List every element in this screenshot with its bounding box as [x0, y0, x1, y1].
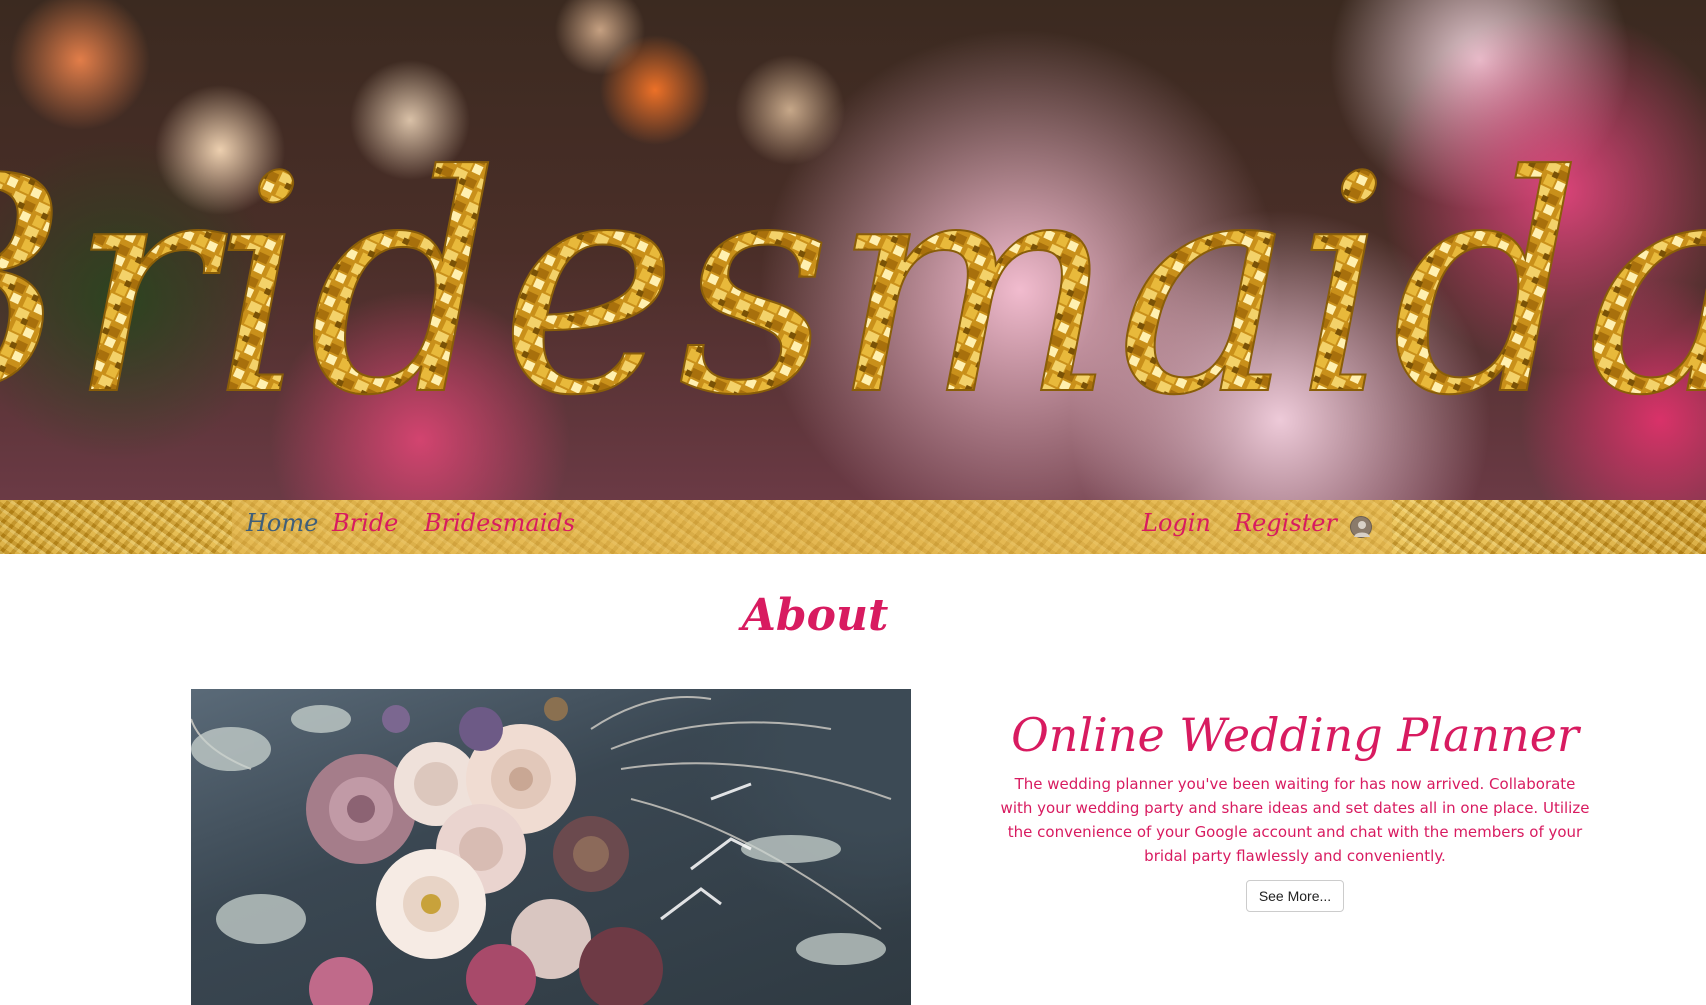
- nav-link-login[interactable]: Login: [1142, 509, 1211, 537]
- nav-link-home[interactable]: Home: [246, 509, 318, 537]
- about-heading: About: [741, 590, 889, 641]
- nav-link-bridesmaids[interactable]: Bridesmaids: [424, 509, 575, 537]
- hero-title-logo: Bridesmaidal: [0, 111, 1706, 460]
- hero-banner: Bridesmaidal: [0, 0, 1706, 500]
- top-navbar: Home Bride Bridesmaids Login Register: [0, 500, 1706, 554]
- see-more-button[interactable]: See More...: [1245, 880, 1345, 912]
- nav-link-bride[interactable]: Bride: [332, 509, 398, 537]
- user-avatar-icon[interactable]: [1350, 516, 1372, 538]
- nav-link-register[interactable]: Register: [1234, 509, 1337, 537]
- bouquet-photo: [191, 689, 911, 1005]
- navbar-container: Home Bride Bridesmaids Login Register: [232, 500, 1392, 554]
- feature-description: The wedding planner you've been waiting …: [1000, 775, 1590, 865]
- feature-title: Online Wedding Planner: [1011, 708, 1579, 762]
- hero-title-text: Bridesmaidal: [0, 112, 1706, 460]
- feature-section: Online Wedding Planner The wedding plann…: [1000, 700, 1590, 912]
